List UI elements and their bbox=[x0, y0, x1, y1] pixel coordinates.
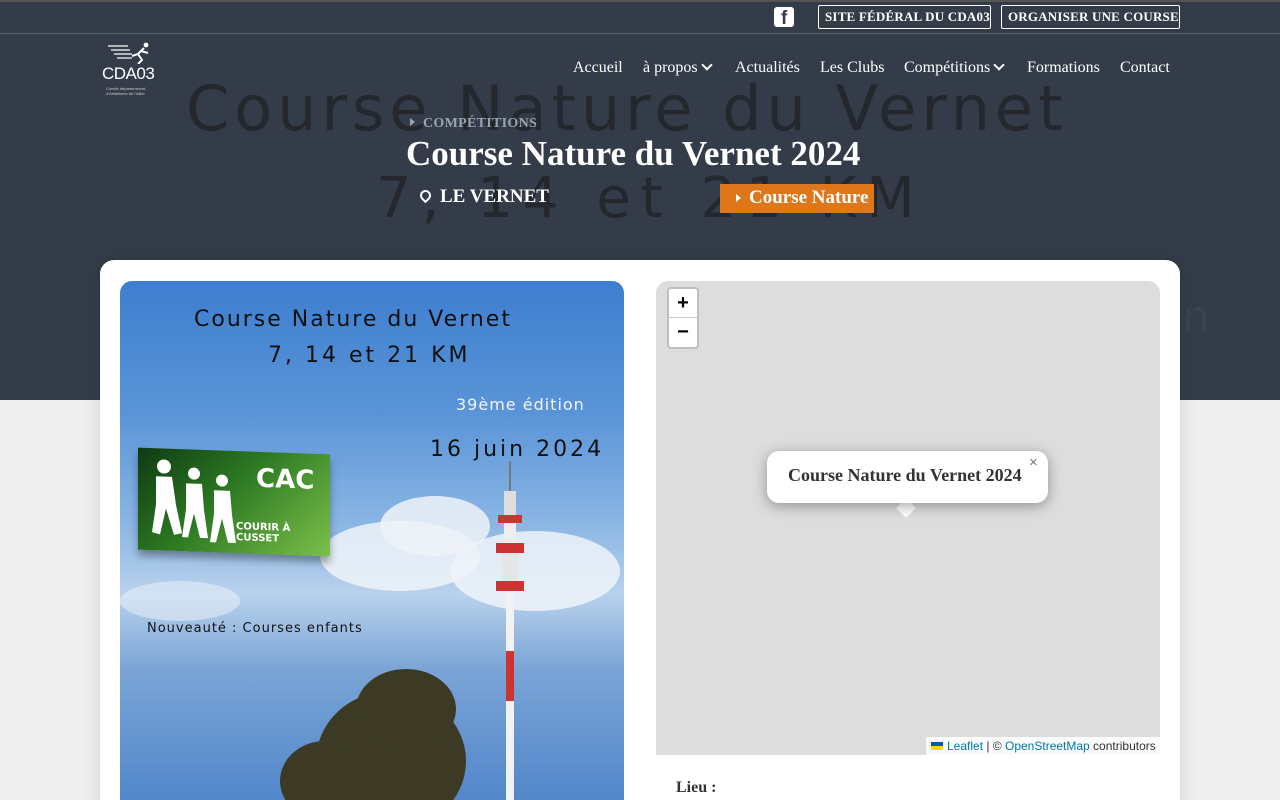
runners-icon bbox=[152, 459, 236, 544]
poster-news: Nouveauté : Courses enfants bbox=[147, 621, 363, 636]
caret-right-icon bbox=[736, 194, 741, 202]
site-logo[interactable]: CDA03 Comité départemental d'Athlétisme … bbox=[102, 42, 160, 100]
poster-date: 16 juin 2024 bbox=[430, 437, 605, 462]
caret-right-icon bbox=[410, 118, 415, 126]
chevron-down-icon bbox=[993, 59, 1005, 71]
zoom-out-button[interactable]: − bbox=[669, 318, 697, 347]
facebook-icon[interactable]: f bbox=[774, 7, 794, 29]
page-title: Course Nature du Vernet 2024 bbox=[406, 134, 861, 173]
top-bar: f SITE FÉDÉRAL DU CDA03 ORGANISER UNE CO… bbox=[0, 0, 1280, 34]
attribution-separator: | © bbox=[983, 739, 1005, 753]
nav-formations[interactable]: Formations bbox=[1027, 59, 1100, 79]
nav-contact[interactable]: Contact bbox=[1120, 59, 1170, 79]
site-federal-button[interactable]: SITE FÉDÉRAL DU CDA03 bbox=[818, 5, 991, 29]
leaflet-link[interactable]: Leaflet bbox=[947, 739, 983, 753]
ukraine-flag-icon bbox=[931, 742, 943, 750]
nav-apropos[interactable]: à propos bbox=[643, 59, 713, 79]
category-label: Course Nature bbox=[749, 187, 869, 208]
zoom-in-button[interactable]: + bbox=[669, 289, 697, 318]
nav-competitions[interactable]: Compétitions bbox=[904, 59, 1005, 79]
popup-title: Course Nature du Vernet 2024 bbox=[788, 465, 1022, 485]
club-short-name: CAC bbox=[256, 463, 315, 496]
openstreetmap-link[interactable]: OpenStreetMap bbox=[1005, 739, 1090, 753]
nav-competitions-label: Compétitions bbox=[904, 59, 991, 76]
club-logo: CAC COURIR À CUSSET bbox=[138, 447, 330, 557]
club-full-name: COURIR À CUSSET bbox=[236, 521, 291, 545]
location-label: LE VERNET bbox=[440, 186, 549, 207]
zoom-control: + − bbox=[667, 287, 699, 349]
event-poster[interactable]: Course Nature du Vernet 7, 14 et 21 KM 3… bbox=[120, 281, 624, 800]
logo-text: CDA03 bbox=[102, 64, 155, 83]
chevron-down-icon bbox=[700, 59, 713, 71]
runner-logo-icon bbox=[108, 42, 149, 64]
event-location: LE VERNET bbox=[417, 186, 549, 208]
map-attribution: Leaflet | © OpenStreetMap contributors bbox=[926, 737, 1160, 755]
nav-actualites[interactable]: Actualités bbox=[735, 59, 800, 79]
map-popup: Course Nature du Vernet 2024 × bbox=[767, 451, 1048, 503]
organiser-course-button[interactable]: ORGANISER UNE COURSE bbox=[1001, 5, 1180, 29]
poster-distances: 7, 14 et 21 KM bbox=[268, 343, 471, 368]
attribution-contributors: contributors bbox=[1089, 739, 1156, 753]
breadcrumb-label: COMPÉTITIONS bbox=[423, 116, 538, 131]
breadcrumb[interactable]: COMPÉTITIONS bbox=[410, 116, 537, 132]
nav-clubs[interactable]: Les Clubs bbox=[820, 59, 884, 79]
category-badge[interactable]: Course Nature bbox=[720, 184, 874, 213]
map-pin-icon bbox=[417, 187, 434, 204]
logo-tagline: Comité départemental d'Athlétisme de l'A… bbox=[106, 86, 146, 96]
popup-close-button[interactable]: × bbox=[1029, 454, 1038, 471]
event-map[interactable]: + − Course Nature du Vernet 2024 × Leafl… bbox=[656, 281, 1160, 755]
nav-apropos-label: à propos bbox=[643, 59, 698, 76]
poster-title: Course Nature du Vernet bbox=[194, 307, 512, 332]
nav-accueil[interactable]: Accueil bbox=[573, 59, 623, 79]
lieu-label: Lieu : bbox=[676, 779, 717, 796]
antenna-tower-icon bbox=[496, 461, 524, 800]
poster-edition: 39ème édition bbox=[456, 395, 585, 414]
hero-background-fragment: n bbox=[1182, 292, 1210, 343]
